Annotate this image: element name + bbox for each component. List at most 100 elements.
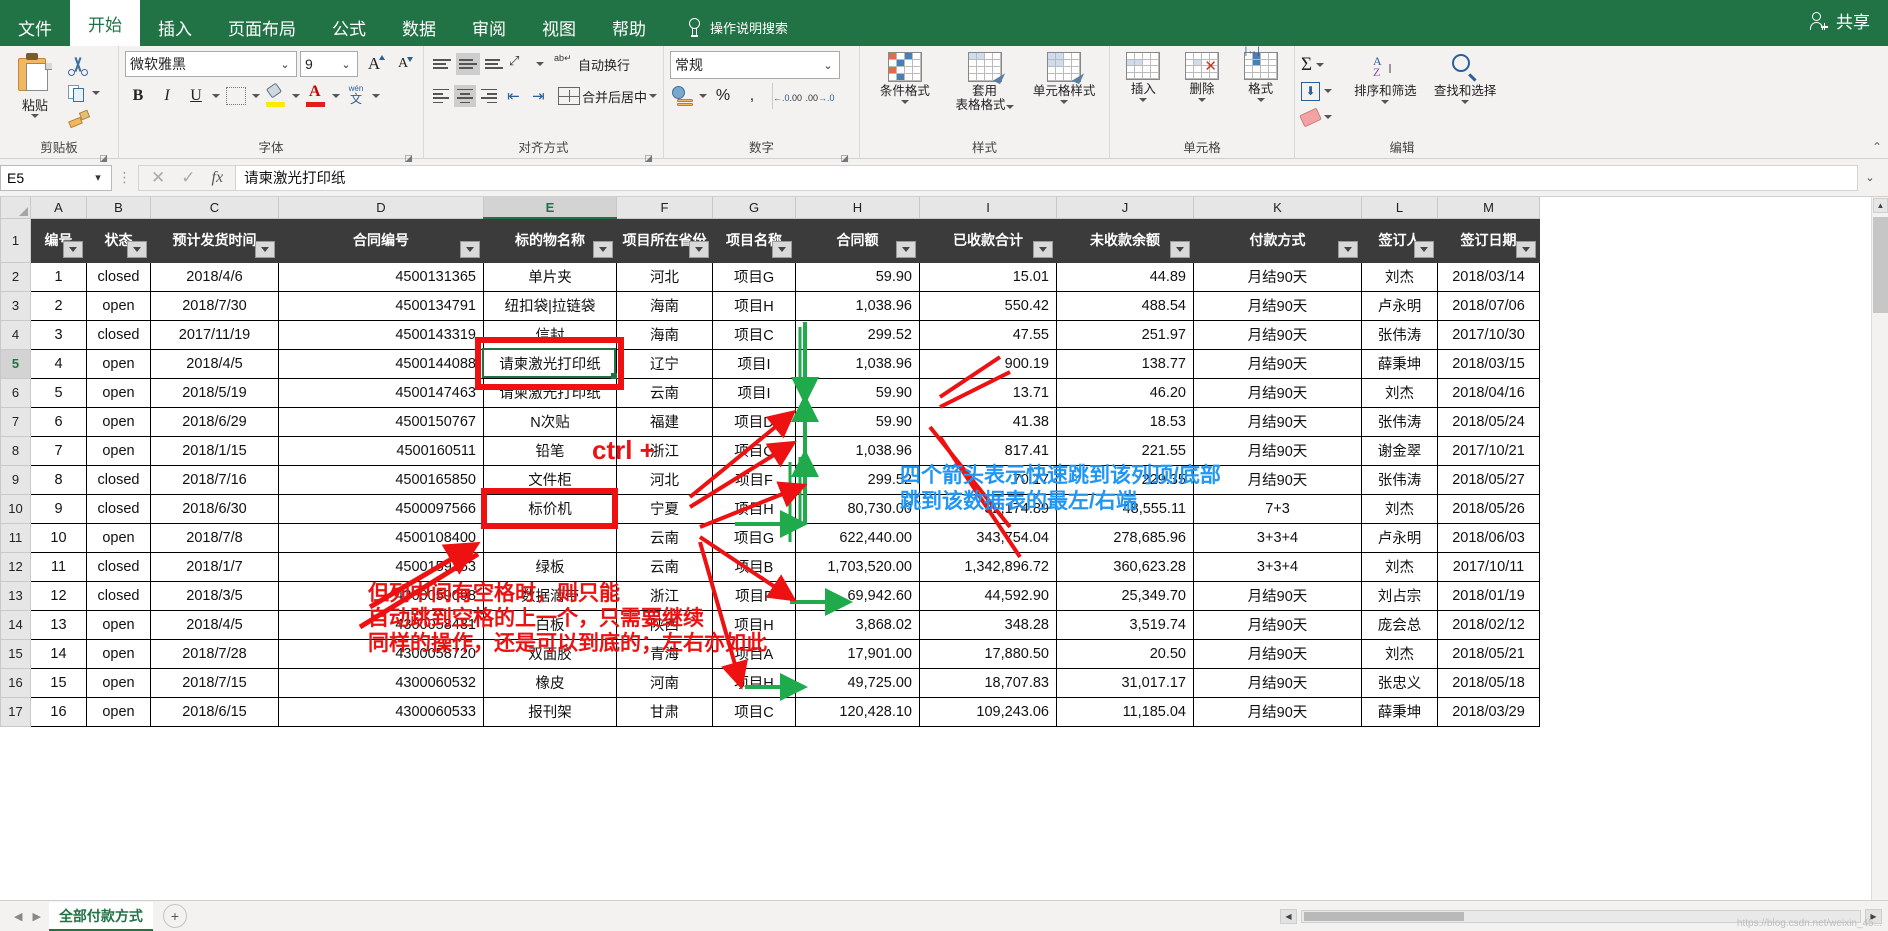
cell-I3[interactable]: 550.42 — [919, 290, 1057, 321]
cell-C17[interactable]: 2018/6/15 — [150, 696, 279, 727]
row-header-5[interactable]: 5 — [0, 348, 31, 379]
cell-A16[interactable]: 15 — [30, 667, 87, 698]
cell-H7[interactable]: 59.90 — [795, 406, 920, 437]
cell-E17[interactable]: 报刊架 — [483, 696, 617, 727]
cell-C14[interactable]: 2018/4/5 — [150, 609, 279, 640]
cell-C12[interactable]: 2018/1/7 — [150, 551, 279, 582]
fill-color-chevron-down-icon[interactable] — [292, 94, 300, 98]
cell-A7[interactable]: 6 — [30, 406, 87, 437]
cell-C5[interactable]: 2018/4/5 — [150, 348, 279, 379]
cell-F17[interactable]: 甘肃 — [616, 696, 713, 727]
cell-J16[interactable]: 31,017.17 — [1056, 667, 1194, 698]
column-header-D[interactable]: D — [278, 197, 484, 219]
number-dialog-launcher[interactable]: ◪ — [840, 147, 849, 163]
format-as-table-chevron-down-icon[interactable] — [1005, 105, 1014, 109]
cell-L17[interactable]: 薛秉坤 — [1361, 696, 1438, 727]
formula-input[interactable]: 请柬激光打印纸 — [235, 164, 1858, 191]
cell-A17[interactable]: 16 — [30, 696, 87, 727]
cell-M17[interactable]: 2018/03/29 — [1437, 696, 1540, 727]
cell-A15[interactable]: 14 — [30, 638, 87, 669]
cell-A5[interactable]: 4 — [30, 348, 87, 379]
expand-formula-bar-chevron-down-icon[interactable]: ⌄ — [1858, 171, 1882, 184]
cell-B14[interactable]: open — [86, 609, 151, 640]
accounting-chevron-down-icon[interactable] — [699, 94, 707, 98]
cell-K2[interactable]: 月结90天 — [1193, 261, 1362, 292]
cell-G6[interactable]: 项目I — [712, 377, 796, 408]
merge-center-label[interactable]: 合并后居中 — [582, 87, 647, 106]
number-format-chevron-down-icon[interactable]: ⌄ — [821, 59, 835, 72]
cell-G17[interactable]: 项目C — [712, 696, 796, 727]
filter-dropdown-icon-D[interactable] — [460, 240, 480, 258]
font-color-button[interactable]: A — [303, 83, 329, 109]
cell-D17[interactable]: 4300060533 — [278, 696, 484, 727]
cell-F16[interactable]: 河南 — [616, 667, 713, 698]
cell-F4[interactable]: 海南 — [616, 319, 713, 350]
cell-I8[interactable]: 817.41 — [919, 435, 1057, 466]
borders-button[interactable] — [223, 83, 249, 109]
row-header-3[interactable]: 3 — [0, 290, 31, 321]
filter-dropdown-icon-F[interactable] — [689, 240, 709, 258]
row-header-8[interactable]: 8 — [0, 435, 31, 466]
format-painter-button[interactable] — [68, 108, 100, 132]
cell-M5[interactable]: 2018/03/15 — [1437, 348, 1540, 379]
cell-M15[interactable]: 2018/05/21 — [1437, 638, 1540, 669]
cell-H4[interactable]: 299.52 — [795, 319, 920, 350]
column-header-K[interactable]: K — [1193, 197, 1362, 219]
row-header-4[interactable]: 4 — [0, 319, 31, 350]
font-size-combobox[interactable]: 9 ⌄ — [300, 51, 358, 77]
cell-L13[interactable]: 刘占宗 — [1361, 580, 1438, 611]
merge-chevron-down-icon[interactable] — [648, 94, 657, 98]
autosum-button[interactable]: Σ — [1301, 53, 1344, 77]
cell-F7[interactable]: 福建 — [616, 406, 713, 437]
number-format-combobox[interactable]: 常规 ⌄ — [670, 51, 840, 79]
cell-H17[interactable]: 120,428.10 — [795, 696, 920, 727]
cell-J8[interactable]: 221.55 — [1056, 435, 1194, 466]
copy-chevron-down-icon[interactable] — [92, 91, 100, 95]
cell-D16[interactable]: 4300060532 — [278, 667, 484, 698]
cell-G10[interactable]: 项目H — [712, 493, 796, 524]
cell-B12[interactable]: closed — [86, 551, 151, 582]
row-header-7[interactable]: 7 — [0, 406, 31, 437]
cell-C9[interactable]: 2018/7/16 — [150, 464, 279, 495]
cell-A10[interactable]: 9 — [30, 493, 87, 524]
ribbon-tab-data[interactable]: 数据 — [384, 8, 454, 46]
increase-decimal-button[interactable]: ←.0.00 — [772, 83, 802, 109]
font-color-chevron-down-icon[interactable] — [332, 94, 340, 98]
cell-C3[interactable]: 2018/7/30 — [150, 290, 279, 321]
fx-icon[interactable]: fx — [212, 169, 224, 187]
hscroll-left-button[interactable]: ◀ — [1280, 908, 1297, 924]
cell-H10[interactable]: 80,730.00 — [795, 493, 920, 524]
cell-D4[interactable]: 4500143319 — [278, 319, 484, 350]
italic-button[interactable]: I — [154, 83, 180, 109]
filter-dropdown-icon-E[interactable] — [593, 240, 613, 258]
cell-K5[interactable]: 月结90天 — [1193, 348, 1362, 379]
cell-A6[interactable]: 5 — [30, 377, 87, 408]
row-header-14[interactable]: 14 — [0, 609, 31, 640]
share-button[interactable]: 共享 — [1808, 8, 1870, 33]
cell-K10[interactable]: 7+3 — [1193, 493, 1362, 524]
filter-dropdown-icon-I[interactable] — [1033, 240, 1053, 258]
cell-E8[interactable]: 铅笔 — [483, 435, 617, 466]
column-header-C[interactable]: C — [150, 197, 279, 219]
cell-K6[interactable]: 月结90天 — [1193, 377, 1362, 408]
cell-H2[interactable]: 59.90 — [795, 261, 920, 292]
cell-styles-chevron-down-icon[interactable] — [1060, 100, 1069, 104]
filter-dropdown-icon-C[interactable] — [255, 240, 275, 258]
cell-M7[interactable]: 2018/05/24 — [1437, 406, 1540, 437]
cell-D14[interactable]: 4300058431 — [278, 609, 484, 640]
cell-F3[interactable]: 海南 — [616, 290, 713, 321]
cell-A2[interactable]: 1 — [30, 261, 87, 292]
conditional-formatting-button[interactable]: 条件格式 — [866, 50, 944, 104]
formula-bar-grip[interactable]: ⋮ — [112, 169, 138, 186]
cell-C11[interactable]: 2018/7/8 — [150, 522, 279, 553]
phonetic-guide-button[interactable]: wén 文 — [343, 83, 369, 109]
cell-E11[interactable] — [483, 522, 617, 553]
cell-K12[interactable]: 3+3+4 — [1193, 551, 1362, 582]
row-header-13[interactable]: 13 — [0, 580, 31, 611]
column-header-H[interactable]: H — [795, 197, 920, 219]
cell-K7[interactable]: 月结90天 — [1193, 406, 1362, 437]
cell-H5[interactable]: 1,038.96 — [795, 348, 920, 379]
row-header-6[interactable]: 6 — [0, 377, 31, 408]
cell-A13[interactable]: 12 — [30, 580, 87, 611]
decrease-decimal-button[interactable]: .00→.0 — [805, 83, 835, 109]
